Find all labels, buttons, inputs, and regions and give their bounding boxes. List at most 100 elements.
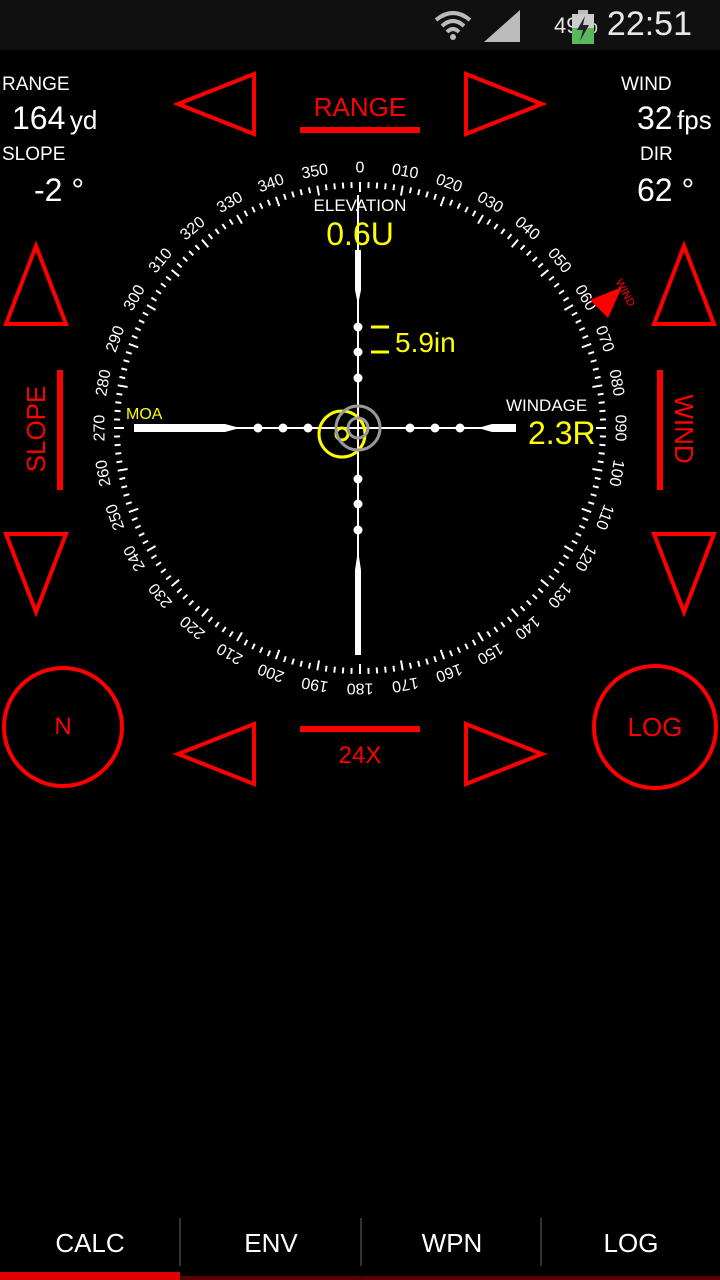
compass-tick [439, 649, 446, 660]
compass-tick [594, 375, 601, 380]
tab-log[interactable]: LOG [542, 1212, 720, 1280]
compass-tick [392, 184, 396, 191]
compass-tick [594, 476, 601, 481]
compass-label: 040 [511, 214, 542, 244]
compass-tick [553, 282, 560, 288]
compass-tick [146, 304, 157, 311]
compass-tick [587, 501, 595, 505]
compass-tick [131, 516, 138, 522]
compass-tick [266, 650, 272, 657]
compass-tick [165, 275, 172, 281]
compass-tick [563, 304, 574, 311]
tab-calc[interactable]: CALC [0, 1212, 180, 1280]
tab-env-label: ENV [244, 1228, 298, 1258]
compass-tick [598, 401, 605, 404]
compass-tick [400, 660, 404, 671]
compass-tick [471, 210, 477, 217]
compass-tick [138, 319, 145, 324]
compass-label: 340 [256, 171, 287, 196]
compass-label: 150 [474, 639, 506, 667]
compass-label: 0 [356, 160, 365, 177]
compass-tick [562, 554, 570, 560]
compass-tick [316, 185, 320, 196]
compass-tick [201, 608, 210, 618]
compass-tick [575, 319, 582, 324]
compass-tick [486, 218, 492, 226]
compass-tick [548, 275, 555, 281]
compass-label: 130 [544, 579, 574, 610]
compass-tick [563, 545, 574, 552]
crosshair-post-top [355, 250, 361, 305]
compass-label: 030 [474, 189, 506, 217]
compass-label: 270 [92, 415, 109, 442]
compass-tick [291, 191, 295, 198]
compass-label: 350 [300, 161, 329, 182]
compass-tick [138, 532, 145, 537]
compass-label: 010 [390, 161, 419, 182]
compass-label: 080 [605, 368, 626, 397]
compass-tick [176, 587, 183, 594]
compass-tick [592, 485, 599, 489]
tab-log-indicator [542, 1276, 720, 1280]
tab-calc-label: CALC [55, 1228, 125, 1258]
tab-wpn[interactable]: WPN [362, 1212, 542, 1280]
compass-tick [510, 608, 519, 618]
compass-tick [456, 646, 462, 654]
compass-tick [134, 326, 142, 332]
reticle-compass[interactable]: 0 010 020030040050060070080090100110120130… [0, 0, 720, 860]
compass-tick [558, 289, 565, 295]
compass-tick [115, 452, 122, 455]
elevation-value: 0.6U [326, 216, 394, 252]
compass-label: 020 [433, 171, 464, 196]
compass-label: 320 [177, 214, 208, 244]
compass-tick [558, 561, 565, 567]
crosshair-post-right [478, 424, 516, 432]
tab-env[interactable]: ENV [181, 1212, 361, 1280]
compass-tick [221, 223, 227, 230]
compass-tick [160, 282, 167, 288]
compass-tick [417, 189, 421, 196]
compass-tick [471, 639, 477, 646]
compass-tick [464, 643, 469, 650]
compass-tick [128, 342, 139, 349]
compass-tick [160, 568, 167, 574]
compass-tick [134, 524, 142, 530]
compass-tick [375, 667, 379, 674]
compass-tick [150, 296, 158, 302]
tab-calc-indicator [0, 1272, 180, 1280]
tab-env-indicator [181, 1276, 361, 1280]
compass-tick [581, 507, 592, 514]
compass-tick [274, 649, 281, 660]
compass-label: 300 [121, 282, 149, 314]
compass-tick [142, 311, 149, 317]
tab-log-label: LOG [603, 1228, 659, 1258]
compass-tick [417, 660, 421, 667]
compass-tick [486, 630, 492, 638]
compass-label: 310 [146, 245, 176, 276]
compass-tick [243, 639, 249, 646]
crosshair-post-bottom [355, 550, 361, 655]
compass-tick [477, 631, 484, 642]
compass-tick [493, 223, 499, 230]
compass-label: 160 [433, 660, 464, 685]
compass-tick [251, 643, 256, 650]
windage-label: WINDAGE [506, 396, 587, 415]
compass-tick [448, 650, 454, 657]
compass-tick [214, 621, 220, 628]
compass-tick [114, 409, 121, 413]
compass-tick [150, 554, 158, 560]
compass-tick [439, 196, 446, 207]
compass-tick [448, 199, 454, 206]
compass-tick [590, 493, 597, 497]
compass-tick [581, 342, 592, 349]
compass-label: 070 [592, 324, 617, 355]
wind-direction-marker-icon [590, 287, 622, 318]
compass-tick [228, 218, 234, 226]
compass-tick [598, 452, 605, 455]
compass-tick [599, 409, 606, 413]
compass-tick [116, 460, 123, 464]
compass-label: 180 [347, 680, 374, 697]
compass-label: 280 [93, 368, 114, 397]
compass-tick [188, 250, 195, 257]
compass-tick [592, 384, 603, 388]
